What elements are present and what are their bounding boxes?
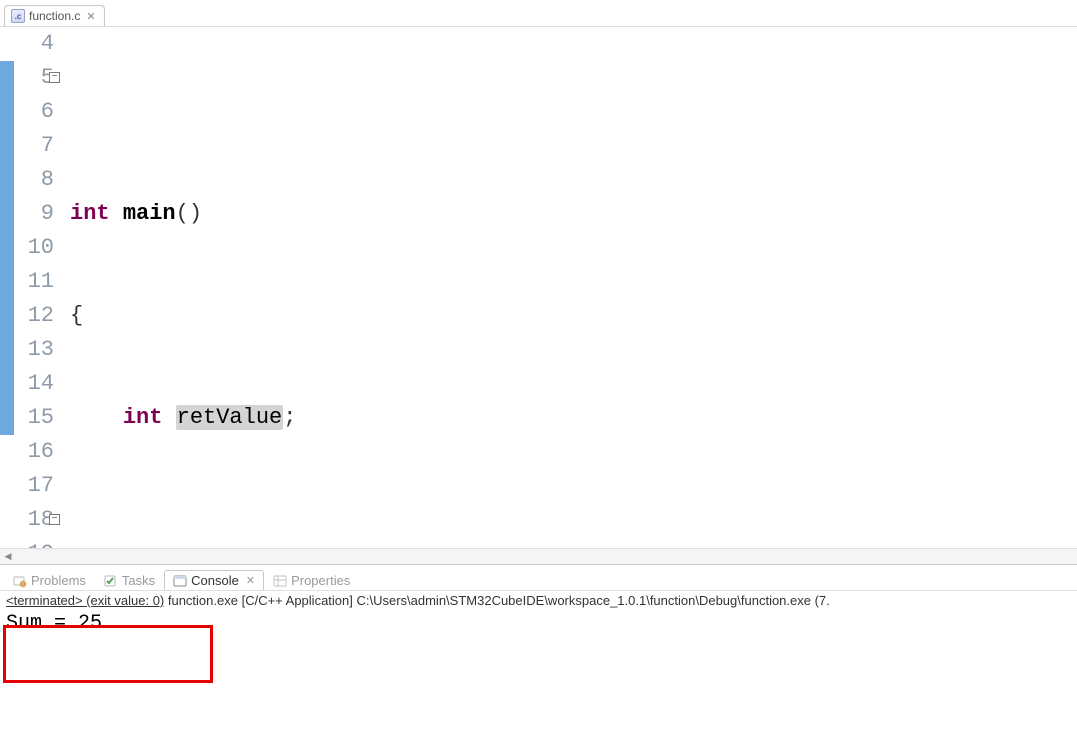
tasks-icon	[104, 574, 118, 588]
code-line	[70, 503, 1077, 537]
line-number: 5−	[14, 61, 54, 95]
tab-label: Console	[191, 573, 239, 588]
tab-label: Tasks	[122, 573, 155, 588]
line-number: 4	[14, 27, 54, 61]
tab-console[interactable]: Console ✕	[164, 570, 264, 590]
problems-icon: !	[13, 574, 27, 588]
marker-bar	[0, 27, 14, 548]
marker	[0, 61, 14, 95]
properties-icon	[273, 574, 287, 588]
editor-tab-function-c[interactable]: .c function.c ✕	[4, 5, 105, 26]
c-file-icon: .c	[11, 9, 25, 23]
line-number-gutter: 4 5− 6 7 8 9 10 11 12 13 14 15 16 17 18−…	[14, 27, 62, 548]
tab-tasks[interactable]: Tasks	[95, 570, 164, 590]
editor-area: .c function.c ✕ 4 5− 6 7 8 9 10 11 12 13…	[0, 0, 1077, 565]
tab-label: Problems	[31, 573, 86, 588]
console-output: Sum = 25	[0, 610, 1077, 637]
close-icon[interactable]: ✕	[84, 10, 95, 23]
line-number: 18−	[14, 503, 54, 537]
svg-text:!: !	[22, 582, 23, 588]
code-line: int main()	[70, 197, 1077, 231]
bottom-panel: ! Problems Tasks Console ✕ Properties <t…	[0, 565, 1077, 745]
close-icon[interactable]: ✕	[243, 574, 255, 587]
editor-tab-label: function.c	[29, 9, 80, 23]
code-line: int retValue;	[70, 401, 1077, 435]
view-tabbar: ! Problems Tasks Console ✕ Properties	[0, 565, 1077, 591]
fold-icon[interactable]: −	[49, 514, 60, 525]
console-termination-line: <terminated> (exit value: 0) function.ex…	[0, 591, 1077, 610]
tab-label: Properties	[291, 573, 350, 588]
horizontal-scrollbar[interactable]: ◀	[0, 548, 1077, 564]
code-line	[70, 95, 1077, 129]
code-content[interactable]: int main() { int retValue; retValue = fu…	[62, 27, 1077, 548]
fold-icon[interactable]: −	[49, 72, 60, 83]
editor-tabbar: .c function.c ✕	[0, 0, 1077, 26]
code-editor[interactable]: 4 5− 6 7 8 9 10 11 12 13 14 15 16 17 18−…	[0, 26, 1077, 548]
console-icon	[173, 574, 187, 588]
tab-properties[interactable]: Properties	[264, 570, 359, 590]
scroll-left-icon[interactable]: ◀	[0, 549, 16, 565]
code-line: {	[70, 299, 1077, 333]
tab-problems[interactable]: ! Problems	[4, 570, 95, 590]
